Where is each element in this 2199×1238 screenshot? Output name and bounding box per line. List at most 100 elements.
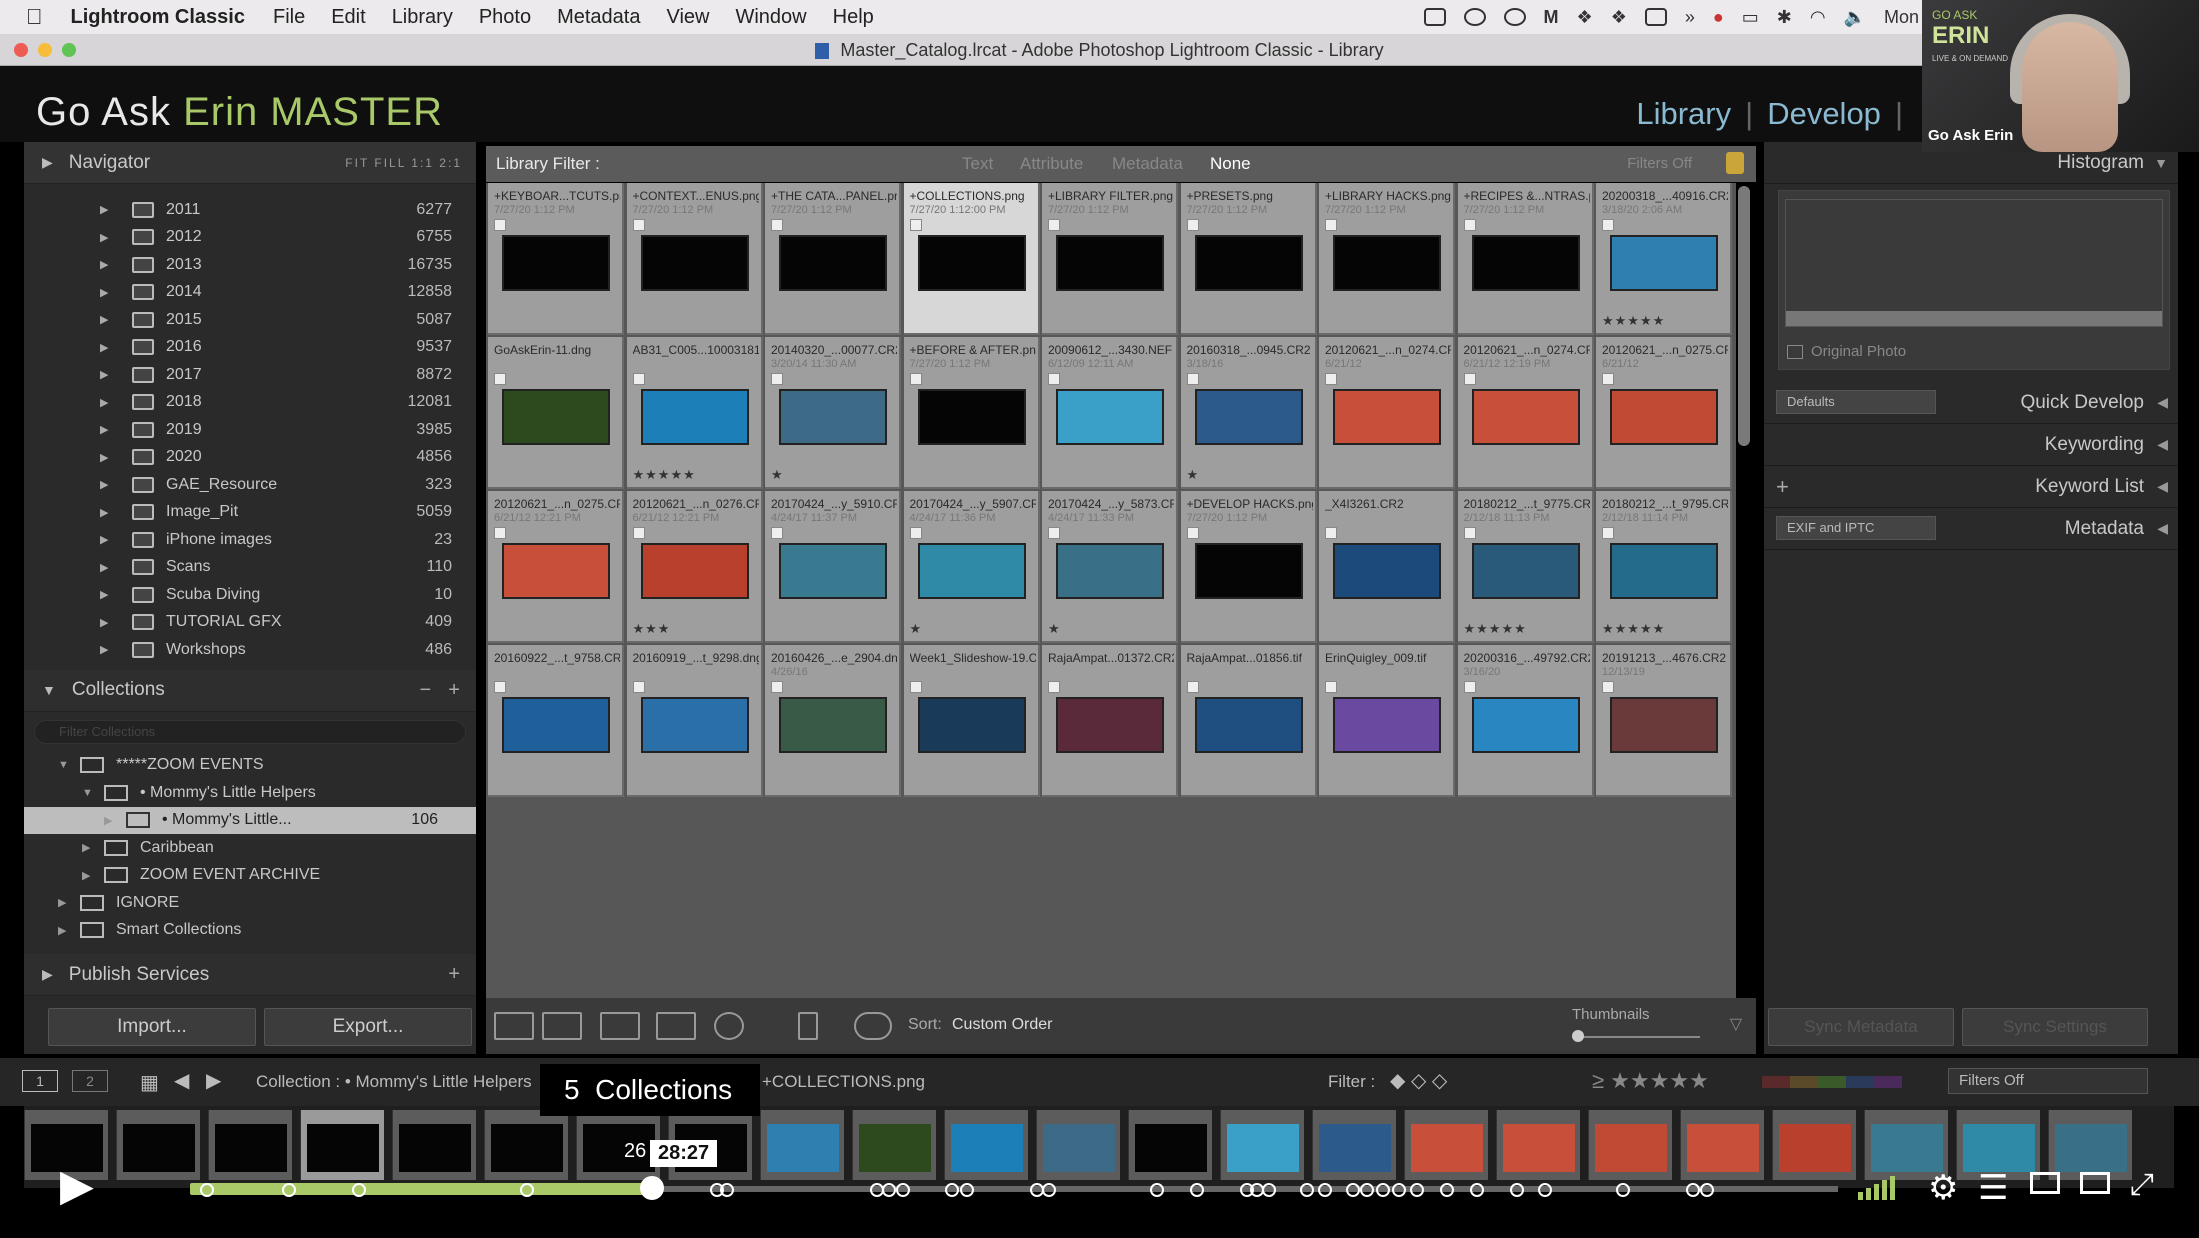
photo-thumbnail[interactable] [502, 389, 610, 445]
volume-icon[interactable]: 🔈 [1844, 7, 1866, 28]
photo-thumbnail[interactable] [1333, 697, 1441, 753]
original-photo-checkbox[interactable] [1787, 345, 1803, 359]
flag-icon[interactable] [1048, 681, 1060, 693]
chapter-marker[interactable] [1318, 1183, 1332, 1197]
photo-thumbnail[interactable] [1610, 697, 1718, 753]
grid-cell[interactable]: +COLLECTIONS.png 7/27/20 1:12:00 PM [903, 183, 1040, 335]
current-photo-name[interactable]: +COLLECTIONS.png [762, 1072, 925, 1092]
photo-thumbnail[interactable] [1056, 697, 1164, 753]
grid-cell[interactable]: Week1_Slideshow-19.CR2 [903, 645, 1040, 797]
close-window-button[interactable] [14, 43, 28, 57]
collection-row[interactable]: ▼ *****ZOOM EVENTS [24, 752, 476, 780]
play-button[interactable]: ▶ [60, 1160, 94, 1211]
record-icon[interactable]: ● [1713, 7, 1724, 28]
filter-flags-icon[interactable]: ◆ ◇ ◇ [1390, 1068, 1447, 1093]
menu-view[interactable]: View [666, 6, 709, 29]
star-rating[interactable]: ★ [1187, 467, 1200, 483]
folder-row[interactable]: ▶ 2016 9537 [24, 334, 476, 362]
photo-thumbnail[interactable] [1333, 543, 1441, 599]
disclosure-triangle-icon[interactable]: ▶ [100, 643, 112, 656]
flag-icon[interactable] [1325, 373, 1337, 385]
star-rating[interactable]: ★★★★★ [1464, 621, 1527, 637]
disclosure-triangle-icon[interactable]: ▶ [100, 341, 112, 354]
folder-row[interactable]: ▶ Scuba Diving 10 [24, 581, 476, 609]
export-button[interactable]: Export... [264, 1008, 472, 1046]
flag-icon[interactable] [1463, 373, 1476, 385]
photo-thumbnail[interactable] [640, 697, 749, 753]
window-1-button[interactable]: 1 [22, 1070, 58, 1092]
flag-icon[interactable] [771, 681, 783, 693]
photo-thumbnail[interactable] [640, 235, 749, 291]
chapter-marker[interactable] [1262, 1183, 1276, 1197]
menu-photo[interactable]: Photo [479, 6, 531, 29]
flag-icon[interactable] [771, 373, 783, 385]
folder-row[interactable]: ▶ 2017 8872 [24, 361, 476, 389]
grid-cell[interactable]: GoAskErin-11.dng [488, 337, 624, 489]
chapter-marker[interactable] [720, 1183, 734, 1197]
filter-metadata[interactable]: Metadata [1112, 146, 1183, 182]
airplay-icon[interactable] [2030, 1172, 2060, 1194]
folder-row[interactable]: ▶ iPhone images 23 [24, 526, 476, 554]
menu-window[interactable]: Window [735, 6, 806, 29]
filmstrip-thumbnail[interactable] [576, 1110, 660, 1180]
disclosure-triangle-icon[interactable]: ▶ [100, 588, 112, 601]
compare-view-icon[interactable] [600, 1012, 640, 1040]
flag-icon[interactable] [1602, 219, 1614, 231]
app-status-icon[interactable] [1644, 8, 1667, 26]
flag-icon[interactable] [909, 527, 922, 539]
collection-row[interactable]: ▼ • Mommy's Little Helpers [24, 779, 476, 807]
disclosure-triangle-icon[interactable]: ▶ [100, 313, 112, 326]
collection-row[interactable]: ▶ Caribbean [24, 834, 476, 862]
flag-icon[interactable] [1463, 681, 1476, 693]
filmstrip-thumbnail[interactable] [1128, 1110, 1212, 1180]
chapter-marker[interactable] [1538, 1183, 1552, 1197]
dropbox-alt-icon[interactable]: ❖ [1611, 7, 1627, 28]
filmstrip-thumbnail[interactable] [1404, 1110, 1488, 1180]
chapter-marker[interactable] [1686, 1183, 1700, 1197]
sort-select[interactable]: Custom Order [952, 1016, 1052, 1034]
menu-help[interactable]: Help [833, 6, 874, 29]
grid-cell[interactable]: RajaAmpat...01372.CR2 [1042, 645, 1178, 797]
photo-thumbnail[interactable] [779, 235, 887, 291]
screen-icon[interactable] [1423, 8, 1446, 26]
chapter-marker[interactable] [1190, 1183, 1204, 1197]
filmstrip-thumbnail[interactable] [300, 1110, 384, 1180]
grid-cell[interactable]: +LIBRARY FILTER.png 7/27/20 1:12 PM [1042, 183, 1178, 335]
photo-thumbnail[interactable] [1194, 235, 1303, 291]
chapter-marker[interactable] [200, 1183, 214, 1197]
flag-icon[interactable] [1048, 527, 1060, 539]
grid-cell[interactable]: 20170424_...y_5873.CR2 4/24/17 11:33 PM ★ [1042, 491, 1178, 643]
grid-cell[interactable]: ErinQuigley_009.tif [1319, 645, 1455, 797]
filmstrip-thumbnail[interactable] [2048, 1110, 2132, 1180]
chapter-marker[interactable] [896, 1183, 910, 1197]
status-circle-icon[interactable] [1503, 8, 1526, 26]
star-rating[interactable]: ★★★★★ [1602, 313, 1665, 329]
grid-cell[interactable]: 20191213_...4676.CR2 12/13/19 [1596, 645, 1732, 797]
grid-cell[interactable]: 20120621_...n_0276.CR2 6/21/12 12:21 PM ★★… [626, 491, 763, 643]
chapter-marker[interactable] [1150, 1183, 1164, 1197]
folder-row[interactable]: ▶ 2014 12858 [24, 279, 476, 307]
filmstrip-thumbnail[interactable] [852, 1110, 936, 1180]
photo-thumbnail[interactable] [779, 389, 887, 445]
star-rating[interactable]: ★★★★★ [633, 467, 696, 483]
flag-icon[interactable] [632, 373, 645, 385]
disclosure-triangle-icon[interactable]: ▶ [100, 396, 112, 409]
flag-icon[interactable] [1186, 373, 1199, 385]
quick-develop-header[interactable]: Defaults Quick Develop ◀ [1764, 382, 2178, 424]
collection-row[interactable]: ▶ Smart Collections [24, 917, 476, 945]
flag-icon[interactable] [494, 219, 506, 231]
wifi-icon[interactable]: ◠ [1810, 7, 1826, 28]
disclosure-triangle-icon[interactable]: ▶ [100, 506, 112, 519]
flag-icon[interactable] [632, 219, 645, 231]
grid-scrollbar[interactable] [1738, 186, 1750, 446]
photo-thumbnail[interactable] [1471, 697, 1580, 753]
import-button[interactable]: Import... [48, 1008, 256, 1046]
fullscreen-icon[interactable]: ⤢ [2130, 1168, 2154, 1202]
folder-row[interactable]: ▶ Image_Pit 5059 [24, 499, 476, 527]
volume-bars-icon[interactable] [1858, 1176, 1898, 1202]
zoom-window-button[interactable] [62, 43, 76, 57]
flag-icon[interactable] [632, 681, 645, 693]
filters-off-select[interactable]: Filters Off [1948, 1068, 2148, 1094]
folder-row[interactable]: ▶ GAE_Resource 323 [24, 471, 476, 499]
grid-cell[interactable]: 20120621_...n_0274.CR2 6/21/12 12:19 PM [1457, 337, 1594, 489]
